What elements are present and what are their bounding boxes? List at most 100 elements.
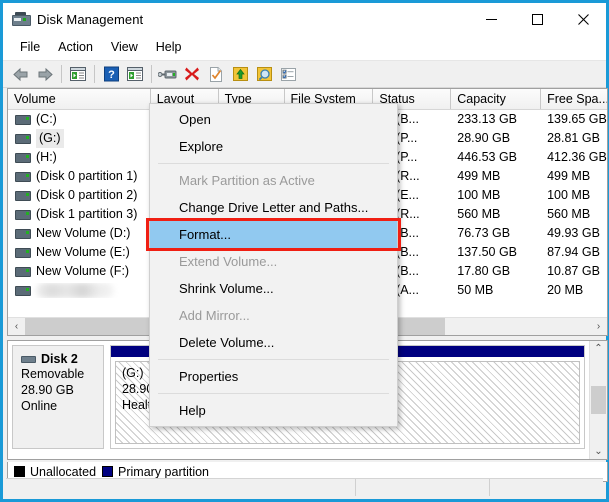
volume-name: (G:) bbox=[36, 129, 64, 148]
menu-view[interactable]: View bbox=[102, 38, 147, 56]
legend-label-unallocated: Unallocated bbox=[30, 464, 97, 479]
column-header-capacity[interactable]: Capacity bbox=[451, 89, 542, 109]
menu-item-explore[interactable]: Explore bbox=[150, 133, 397, 160]
context-menu: Open Explore Mark Partition as Active Ch… bbox=[146, 103, 401, 427]
rescan-disks-icon[interactable] bbox=[156, 63, 180, 85]
drive-icon bbox=[15, 285, 31, 296]
menu-separator bbox=[158, 163, 389, 164]
status-bar-cell-3 bbox=[490, 479, 603, 496]
volume-capacity: 17.80 GB bbox=[457, 264, 511, 278]
volume-free: 87.94 GB bbox=[547, 245, 600, 259]
volume-name: (C:) bbox=[36, 112, 57, 126]
volume-free: 560 MB bbox=[547, 207, 591, 221]
menu-item-mark-partition-active: Mark Partition as Active bbox=[179, 173, 315, 188]
scroll-left-icon[interactable]: ‹ bbox=[8, 318, 25, 335]
disk-info-block[interactable]: Disk 2 Removable 28.90 GB Online bbox=[12, 345, 104, 449]
menu-item-properties[interactable]: Properties bbox=[150, 363, 397, 390]
maximize-button[interactable] bbox=[514, 3, 560, 35]
legend-item-primary-partition: Primary partition bbox=[102, 465, 209, 479]
disk-drive-icon bbox=[11, 10, 31, 28]
disk-size: 28.90 GB bbox=[21, 383, 74, 397]
delete-icon[interactable] bbox=[180, 63, 204, 85]
help-icon[interactable]: ? bbox=[99, 63, 123, 85]
disk-name: Disk 2 bbox=[41, 352, 78, 366]
drive-icon bbox=[15, 171, 31, 182]
menu-item-open[interactable]: Open bbox=[150, 106, 397, 133]
svg-text:?: ? bbox=[108, 69, 115, 81]
column-header-volume[interactable]: Volume bbox=[8, 89, 151, 109]
redacted-volume-name bbox=[36, 283, 114, 298]
volume-capacity: 50 MB bbox=[457, 283, 494, 297]
menu-action[interactable]: Action bbox=[49, 38, 102, 56]
volume-capacity: 560 MB bbox=[457, 207, 501, 221]
volume-capacity: 499 MB bbox=[457, 169, 501, 183]
volume-capacity: 100 MB bbox=[457, 188, 501, 202]
volume-capacity: 233.13 GB bbox=[457, 112, 518, 126]
window-title: Disk Management bbox=[37, 11, 144, 27]
volume-free: 10.87 GB bbox=[547, 264, 600, 278]
scroll-up-icon[interactable]: ⌃ bbox=[594, 343, 602, 354]
menu-item-extend-volume: Extend Volume... bbox=[179, 254, 278, 269]
toolbar-separator bbox=[151, 65, 152, 83]
volume-free: 20 MB bbox=[547, 283, 584, 297]
disk-state: Online bbox=[21, 399, 58, 413]
disk-icon bbox=[21, 355, 36, 363]
search-icon[interactable] bbox=[252, 63, 276, 85]
check-icon[interactable] bbox=[204, 63, 228, 85]
toolbar-separator bbox=[61, 65, 62, 83]
properties-list-icon[interactable] bbox=[123, 63, 147, 85]
status-bar-cell-1 bbox=[6, 479, 356, 496]
menu-item-delete-volume[interactable]: Delete Volume... bbox=[150, 329, 397, 356]
menu-separator bbox=[158, 393, 389, 394]
volume-free: 28.81 GB bbox=[547, 131, 600, 145]
drive-icon bbox=[15, 190, 31, 201]
status-bar bbox=[6, 478, 603, 496]
volume-name: (Disk 0 partition 2) bbox=[36, 188, 138, 202]
column-header-free-space[interactable]: Free Spa... bbox=[541, 89, 607, 109]
drive-icon bbox=[15, 133, 31, 144]
status-bar-cell-2 bbox=[356, 479, 490, 496]
volume-free: 412.36 GB bbox=[547, 150, 607, 164]
menu-separator bbox=[158, 359, 389, 360]
volume-free: 100 MB bbox=[547, 188, 591, 202]
menu-item-add-mirror: Add Mirror... bbox=[179, 308, 250, 323]
scroll-right-icon[interactable]: › bbox=[590, 318, 607, 335]
minimize-button[interactable] bbox=[468, 3, 514, 35]
drive-icon bbox=[15, 266, 31, 277]
menu-item-format[interactable]: Format... bbox=[150, 221, 397, 248]
title-bar: Disk Management bbox=[3, 3, 606, 35]
forward-arrow-icon[interactable] bbox=[33, 63, 57, 85]
toolbar: ? bbox=[3, 60, 606, 88]
disk-panel-vertical-scrollbar[interactable]: ⌃ ⌄ bbox=[589, 341, 607, 459]
menu-help[interactable]: Help bbox=[147, 38, 191, 56]
menu-file[interactable]: File bbox=[11, 38, 49, 56]
extend-icon[interactable] bbox=[228, 63, 252, 85]
menu-item-change-drive-letter[interactable]: Change Drive Letter and Paths... bbox=[150, 194, 397, 221]
volume-name: (Disk 0 partition 1) bbox=[36, 169, 138, 183]
volume-free: 499 MB bbox=[547, 169, 591, 183]
volume-capacity: 28.90 GB bbox=[457, 131, 511, 145]
drive-icon bbox=[15, 114, 31, 125]
volume-name: New Volume (F:) bbox=[36, 264, 130, 278]
scroll-down-icon[interactable]: ⌄ bbox=[594, 446, 602, 457]
disk-type: Removable bbox=[21, 367, 85, 381]
show-pane-icon[interactable] bbox=[66, 63, 90, 85]
drive-icon bbox=[15, 209, 31, 220]
legend-label-primary: Primary partition bbox=[118, 464, 210, 479]
volume-capacity: 76.73 GB bbox=[457, 226, 511, 240]
volume-name: New Volume (D:) bbox=[36, 226, 131, 240]
volume-name: (H:) bbox=[36, 150, 57, 164]
menu-item-help[interactable]: Help bbox=[150, 397, 397, 424]
drive-icon bbox=[15, 152, 31, 163]
legend-swatch-primary bbox=[102, 466, 114, 477]
v-scroll-thumb[interactable] bbox=[591, 386, 606, 414]
options-icon[interactable] bbox=[276, 63, 300, 85]
back-arrow-icon[interactable] bbox=[9, 63, 33, 85]
legend-swatch-unallocated bbox=[14, 466, 25, 477]
disk-management-window: Disk Management File Action View Help ? … bbox=[0, 0, 609, 502]
menu-item-shrink-volume[interactable]: Shrink Volume... bbox=[150, 275, 397, 302]
volume-free: 49.93 GB bbox=[547, 226, 600, 240]
volume-name: New Volume (E:) bbox=[36, 245, 130, 259]
drive-icon bbox=[15, 247, 31, 258]
close-button[interactable] bbox=[560, 3, 606, 35]
